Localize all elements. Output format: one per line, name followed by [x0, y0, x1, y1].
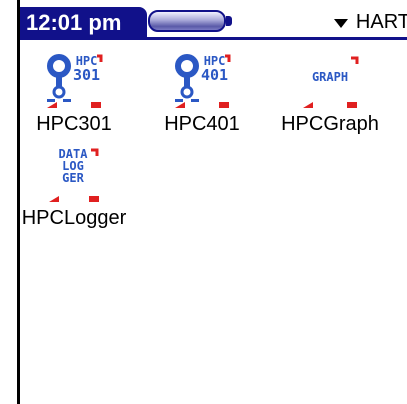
app-hpclogger[interactable]: DATA LOG GER HPCLogger: [20, 146, 128, 230]
app-label: HPCLogger: [21, 207, 127, 229]
app-label: HPC301: [36, 113, 112, 135]
app-label: HPC401: [164, 113, 240, 135]
title-bar: 12:01 pm HART: [20, 0, 407, 45]
battery-icon: [148, 10, 233, 32]
category-picker[interactable]: HART: [333, 7, 407, 37]
logger-icon: DATA LOG GER: [39, 146, 109, 204]
launcher-screen: 12:01 pm HART HPC 301 HPC301 HPC 401 HPC…: [17, 0, 407, 404]
clock-tab[interactable]: 12:01 pm: [20, 7, 147, 39]
graph-icon: GRAPH: [295, 52, 365, 110]
app-hpcgraph[interactable]: GRAPH HPCGraph: [276, 52, 384, 136]
title-rule: [20, 37, 407, 40]
app-hpc301[interactable]: HPC 301 HPC301: [20, 52, 128, 136]
logger-icon-text: DATA LOG GER: [58, 147, 88, 185]
app-label: HPCGraph: [281, 113, 379, 135]
hpc401-icon: HPC 401: [167, 52, 237, 110]
app-hpc401[interactable]: HPC 401 HPC401: [148, 52, 256, 136]
graph-icon-text: GRAPH: [311, 70, 349, 84]
category-label: HART: [355, 10, 407, 33]
hpc401-icon-text: HPC 401: [201, 54, 229, 84]
hpc301-icon: HPC 301: [39, 52, 109, 110]
dropdown-arrow-icon: [333, 18, 348, 28]
hpc301-icon-text: HPC 301: [73, 54, 101, 84]
